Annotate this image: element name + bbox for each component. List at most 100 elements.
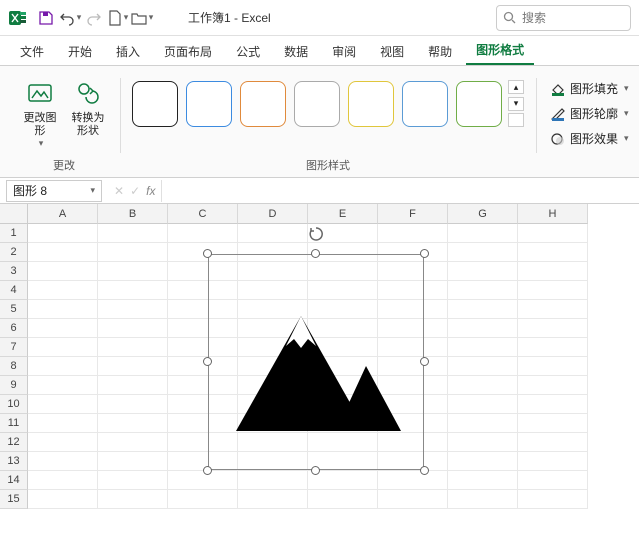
cell[interactable]: [448, 224, 518, 243]
cell[interactable]: [518, 300, 588, 319]
cell[interactable]: [98, 262, 168, 281]
cell[interactable]: [378, 471, 448, 490]
row-header[interactable]: 1: [0, 224, 28, 243]
gallery-scroll-down[interactable]: ▾: [508, 97, 524, 111]
shape-style-3[interactable]: [240, 81, 286, 127]
cell[interactable]: [308, 490, 378, 509]
cell[interactable]: [448, 243, 518, 262]
column-header[interactable]: C: [168, 204, 238, 224]
cell[interactable]: [448, 300, 518, 319]
tab-插入[interactable]: 插入: [106, 37, 150, 65]
cell[interactable]: [518, 224, 588, 243]
cell[interactable]: [98, 376, 168, 395]
cell[interactable]: [28, 490, 98, 509]
resize-handle-ml[interactable]: [203, 357, 212, 366]
column-header[interactable]: D: [238, 204, 308, 224]
cell[interactable]: [448, 376, 518, 395]
row-header[interactable]: 9: [0, 376, 28, 395]
cell[interactable]: [98, 243, 168, 262]
column-header[interactable]: E: [308, 204, 378, 224]
cell[interactable]: [448, 319, 518, 338]
shape-style-7[interactable]: [456, 81, 502, 127]
cell[interactable]: [28, 433, 98, 452]
open-file-button[interactable]: ▾: [130, 6, 154, 30]
search-input[interactable]: 搜索: [496, 5, 631, 31]
row-header[interactable]: 2: [0, 243, 28, 262]
tab-帮助[interactable]: 帮助: [418, 37, 462, 65]
cell[interactable]: [98, 490, 168, 509]
cell[interactable]: [98, 338, 168, 357]
cancel-formula-icon[interactable]: ✕: [114, 184, 124, 198]
row-header[interactable]: 10: [0, 395, 28, 414]
cell[interactable]: [28, 224, 98, 243]
cell[interactable]: [518, 414, 588, 433]
cell[interactable]: [448, 490, 518, 509]
cell[interactable]: [518, 471, 588, 490]
column-header[interactable]: G: [448, 204, 518, 224]
cell[interactable]: [518, 433, 588, 452]
cell[interactable]: [518, 452, 588, 471]
tab-数据[interactable]: 数据: [274, 37, 318, 65]
tab-审阅[interactable]: 审阅: [322, 37, 366, 65]
cell[interactable]: [238, 490, 308, 509]
row-header[interactable]: 8: [0, 357, 28, 376]
redo-button[interactable]: [82, 6, 106, 30]
cell[interactable]: [238, 224, 308, 243]
tab-开始[interactable]: 开始: [58, 37, 102, 65]
row-header[interactable]: 5: [0, 300, 28, 319]
cell[interactable]: [98, 433, 168, 452]
resize-handle-tr[interactable]: [420, 249, 429, 258]
shape-style-2[interactable]: [186, 81, 232, 127]
row-header[interactable]: 6: [0, 319, 28, 338]
shape-style-5[interactable]: [348, 81, 394, 127]
cell[interactable]: [28, 376, 98, 395]
cell[interactable]: [28, 452, 98, 471]
cell[interactable]: [28, 319, 98, 338]
gallery-more-button[interactable]: ⵫: [508, 113, 524, 127]
cell[interactable]: [448, 262, 518, 281]
gallery-scroll-up[interactable]: ▴: [508, 80, 524, 94]
cell[interactable]: [28, 338, 98, 357]
cell[interactable]: [448, 281, 518, 300]
cell[interactable]: [28, 243, 98, 262]
name-box[interactable]: 图形 8 ▾: [6, 180, 102, 202]
cell[interactable]: [98, 319, 168, 338]
row-header[interactable]: 3: [0, 262, 28, 281]
cell[interactable]: [98, 395, 168, 414]
shape-effects-button[interactable]: 图形效果 ▾: [546, 128, 633, 149]
cell[interactable]: [448, 433, 518, 452]
tab-公式[interactable]: 公式: [226, 37, 270, 65]
resize-handle-br[interactable]: [420, 466, 429, 475]
cell[interactable]: [98, 357, 168, 376]
cell[interactable]: [28, 262, 98, 281]
cell[interactable]: [28, 471, 98, 490]
resize-handle-tm[interactable]: [311, 249, 320, 258]
cell[interactable]: [518, 376, 588, 395]
convert-to-shape-button[interactable]: 转换为形状: [66, 76, 110, 140]
qat-customize-button[interactable]: ⵫: [154, 6, 178, 30]
cell[interactable]: [28, 281, 98, 300]
column-header[interactable]: B: [98, 204, 168, 224]
shape-fill-button[interactable]: 图形填充 ▾: [546, 78, 633, 99]
cell[interactable]: [28, 357, 98, 376]
cell[interactable]: [28, 300, 98, 319]
change-graphic-button[interactable]: 更改图形 ▾: [18, 76, 62, 151]
shape-outline-button[interactable]: 图形轮廓 ▾: [546, 103, 633, 124]
cell[interactable]: [378, 224, 448, 243]
cell[interactable]: [448, 395, 518, 414]
cell[interactable]: [98, 452, 168, 471]
cell[interactable]: [378, 490, 448, 509]
cell[interactable]: [168, 490, 238, 509]
formula-bar-input[interactable]: [161, 180, 639, 202]
cell[interactable]: [518, 319, 588, 338]
cell[interactable]: [448, 357, 518, 376]
accept-formula-icon[interactable]: ✓: [130, 184, 140, 198]
tab-页面布局[interactable]: 页面布局: [154, 37, 222, 65]
column-header[interactable]: A: [28, 204, 98, 224]
cell[interactable]: [98, 224, 168, 243]
tab-图形格式[interactable]: 图形格式: [466, 35, 534, 65]
row-header[interactable]: 12: [0, 433, 28, 452]
shape-style-4[interactable]: [294, 81, 340, 127]
shape-style-1[interactable]: [132, 81, 178, 127]
cell[interactable]: [98, 414, 168, 433]
